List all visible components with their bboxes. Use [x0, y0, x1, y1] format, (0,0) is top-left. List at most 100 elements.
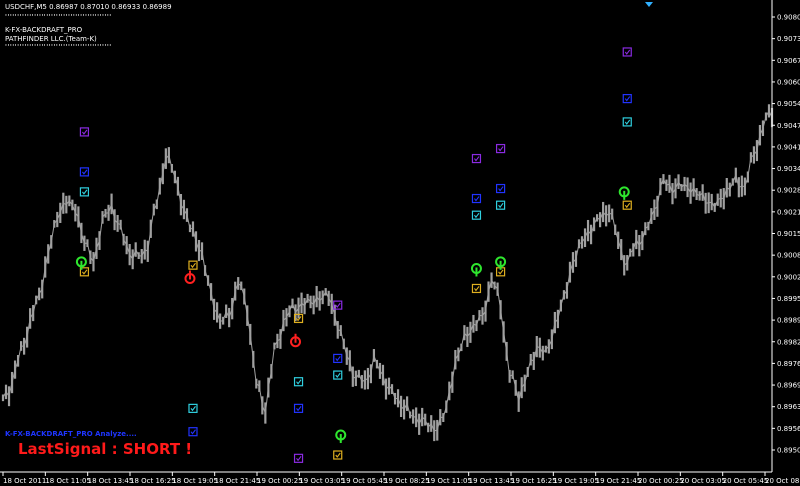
price-tick-label: 0.90670 [777, 57, 800, 65]
marker-check-icon [498, 186, 504, 192]
marker-box [622, 47, 632, 57]
time-tick-label: 19 Oct 05:45 [342, 477, 388, 485]
marker-gold [188, 260, 198, 270]
marker-check-icon [474, 156, 480, 162]
marker-purple [293, 453, 304, 463]
marker-check-icon [335, 302, 341, 309]
time-tick-label: 19 Oct 03:05 [299, 477, 345, 485]
price-tick-label: 0.90085 [777, 252, 800, 260]
marker-check-icon [81, 189, 88, 195]
time-tick-label: 20 Oct 03:05 [680, 477, 726, 485]
time-tick-label: 19 Oct 11:05 [426, 477, 472, 485]
marker-check-icon [624, 96, 631, 102]
price-tick-label: 0.90020 [777, 273, 800, 281]
last-signal-text: LastSignal : SHORT ! [18, 440, 193, 458]
marker-check-icon [296, 406, 302, 412]
time-tick-label: 18 Oct 13:45 [88, 477, 134, 485]
marker-box [79, 127, 90, 137]
marker-check-icon [624, 119, 631, 125]
marker-blue [495, 183, 506, 194]
analysis-status: K-FX-BACKDRAFT_PRO Analyze.... [5, 430, 137, 438]
price-tick-label: 0.90475 [777, 122, 800, 130]
price-tick-label: 0.89565 [777, 425, 800, 433]
marker-gold [471, 283, 482, 294]
marker-box [622, 200, 632, 210]
signal-arrow-layer [75, 186, 630, 444]
marker-box [333, 370, 343, 380]
marker-box [495, 200, 506, 210]
marker-check-icon [474, 286, 480, 292]
marker-cyan [188, 403, 198, 413]
buy-signal-icon [335, 429, 347, 444]
marker-check-icon [296, 379, 302, 385]
marker-box [495, 143, 506, 154]
marker-box [79, 167, 90, 177]
marker-box [471, 153, 482, 164]
marker-blue [293, 403, 304, 413]
marker-check-icon [81, 169, 88, 175]
buy-signal-icon [470, 262, 482, 277]
price-tick-label: 0.89825 [777, 338, 800, 346]
marker-check-icon [335, 452, 341, 458]
marker-check-icon [624, 49, 631, 55]
marker-gold [622, 200, 632, 210]
chart-shift-marker-icon[interactable] [645, 2, 653, 7]
marker-check-icon [474, 196, 480, 202]
price-tick-label: 0.89630 [777, 403, 800, 411]
marker-cyan [333, 370, 343, 380]
marker-check-icon [335, 356, 341, 362]
price-tick-label: 0.90280 [777, 187, 800, 195]
marker-box [471, 210, 482, 220]
price-tick-label: 0.90215 [777, 208, 800, 216]
time-tick-label: 19 Oct 16:25 [511, 477, 557, 485]
time-tick-label: 20 Oct 05:45 [723, 477, 769, 485]
marker-check-icon [190, 406, 196, 412]
price-chart[interactable]: 0.90800 0.90735 0.90670 0.90605 0.90540 0.904… [0, 0, 800, 486]
time-tick-label: 20 Oct 00:25 [638, 477, 684, 485]
marker-blue [333, 353, 343, 364]
time-tick-label: 18 Oct 21:45 [215, 477, 261, 485]
price-tick-label: 0.89955 [777, 295, 800, 303]
marker-gold [333, 450, 343, 460]
price-tick-label: 0.90150 [777, 230, 800, 238]
header-divider-top: ''''''''''''''''''''''''''''''''''''''''… [5, 13, 112, 21]
price-tick-label: 0.90800 [777, 14, 800, 22]
marker-cyan [471, 210, 482, 220]
price-tick-label: 0.89760 [777, 360, 800, 368]
marker-check-icon [474, 212, 480, 219]
time-tick-label: 18 Oct 16:25 [130, 477, 176, 485]
marker-check-icon [624, 202, 631, 209]
time-tick-label: 18 Oct 11:05 [45, 477, 91, 485]
buy-signal-icon [618, 186, 630, 200]
price-tick-label: 0.90540 [777, 100, 800, 108]
price-tick-label: 0.90345 [777, 165, 800, 173]
marker-purple [495, 143, 506, 154]
marker-check-icon [335, 372, 341, 378]
expert-advisor-name: K-FX-BACKDRAFT_PRO [5, 26, 83, 34]
marker-box [333, 353, 343, 364]
marker-check-icon [81, 129, 88, 135]
marker-box [471, 283, 482, 294]
time-tick-label: 19 Oct 13:45 [469, 477, 515, 485]
marker-box [495, 183, 506, 194]
marker-box [188, 260, 198, 270]
marker-check-icon [498, 269, 504, 275]
marker-box [333, 450, 343, 460]
marker-cyan [293, 377, 304, 387]
price-tick-label: 0.90735 [777, 35, 800, 43]
price-tick-label: 0.89695 [777, 382, 800, 390]
price-line [2, 109, 773, 432]
price-tick-label: 0.90605 [777, 78, 800, 86]
marker-check-icon [190, 429, 196, 435]
marker-check-icon [296, 456, 302, 462]
marker-blue [622, 94, 632, 104]
marker-blue [471, 193, 482, 204]
time-tick-label: 19 Oct 21:45 [596, 477, 642, 485]
marker-box [188, 403, 198, 413]
symbol-info: USDCHF,M5 0.86987 0.87010 0.86933 0.8698… [5, 3, 172, 11]
marker-box [293, 377, 304, 387]
marker-box [622, 117, 632, 127]
marker-box [79, 187, 90, 197]
marker-check-icon [81, 269, 88, 275]
time-tick-label: 19 Oct 00:25 [257, 477, 303, 485]
